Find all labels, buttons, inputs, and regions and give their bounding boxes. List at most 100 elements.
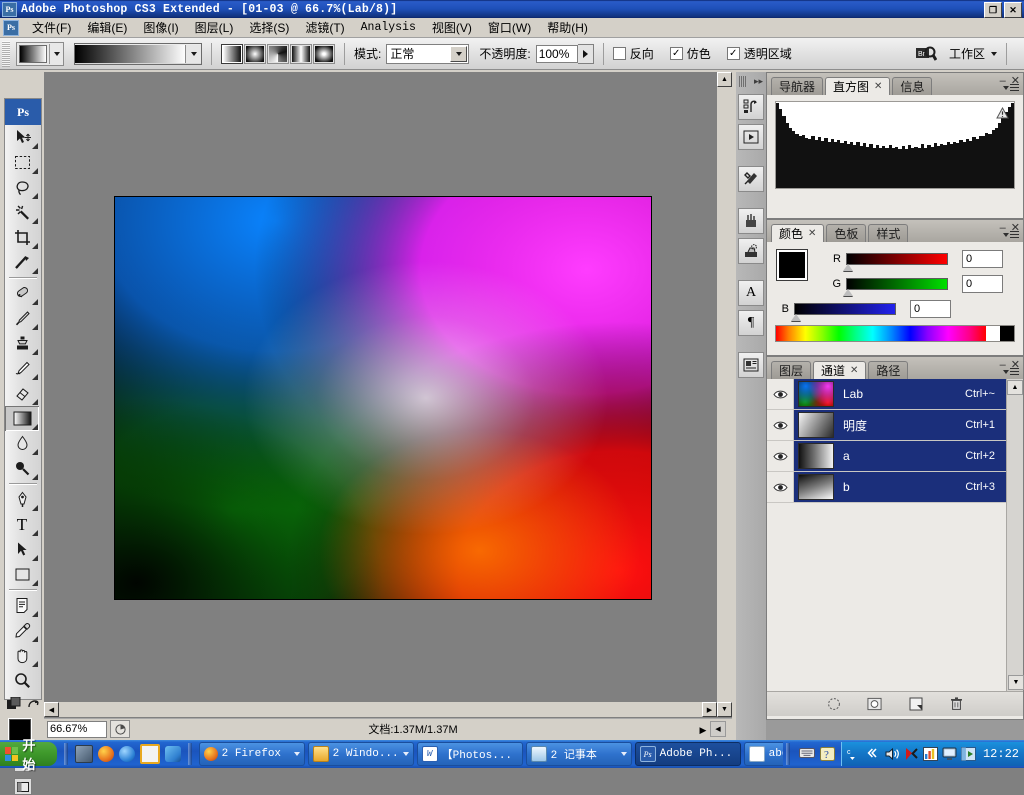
magic-wand-tool[interactable] [5,200,39,225]
app-menu-icon[interactable]: Ps [3,19,19,36]
clock-icon[interactable] [140,744,161,764]
gradient-editor-swatch[interactable] [74,42,202,65]
new-channel-icon[interactable] [908,697,923,712]
brush-tool[interactable] [5,306,39,331]
channel-visibility-icon[interactable] [767,410,794,440]
menu-layer[interactable]: 图层(L) [187,18,242,37]
color-panel-swatches[interactable] [777,250,821,292]
red-slider-row[interactable]: R 0 [827,248,1015,271]
green-value-input[interactable]: 0 [962,275,1003,293]
menu-image[interactable]: 图像(I) [135,18,186,37]
gradient-type-group[interactable] [221,43,335,64]
tab-styles[interactable]: 样式 [868,224,909,242]
blue-value-input[interactable]: 0 [910,300,951,318]
status-menu-arrow[interactable]: ▶ [696,722,710,736]
chevron-down-icon[interactable] [620,752,627,756]
extra-toolbar[interactable]: ? [793,746,841,762]
show-desktop-icon[interactable] [75,745,94,763]
chevron-down-icon[interactable] [293,752,300,756]
reflected-gradient-button[interactable] [290,43,312,64]
dodge-tool[interactable] [5,456,39,481]
menu-edit[interactable]: 编辑(E) [79,18,135,37]
quick-mask-toggle-icon[interactable] [6,696,21,713]
menu-select[interactable]: 选择(S) [241,18,297,37]
clone-stamp-tool[interactable] [5,331,39,356]
screen-mode-button[interactable] [14,778,32,795]
type-tool[interactable]: T [5,512,39,537]
clone-source-panel-icon[interactable] [738,238,764,264]
scroll-down-button[interactable]: ▼ [717,702,732,717]
move-tool[interactable] [5,125,39,150]
menu-analysis[interactable]: Analysis [353,20,424,35]
toolbox-header[interactable]: Ps [5,99,41,125]
lasso-tool[interactable] [5,175,39,200]
chevron-down-icon[interactable] [450,45,468,62]
close-icon[interactable]: ✕ [874,81,882,92]
healing-brush-tool[interactable] [5,281,39,306]
restore-button[interactable]: ❐ [984,2,1002,18]
chevron-down-icon[interactable] [991,51,997,56]
color-spectrum-ramp[interactable] [775,325,1015,342]
task-button[interactable]: W 【Photos... [416,742,523,766]
green-slider-thumb[interactable] [843,289,853,296]
checkbox-box[interactable]: ✓ [726,47,740,60]
spectrum-strip[interactable] [776,326,986,341]
table-row[interactable]: b Ctrl+3 [767,472,1023,503]
channel-visibility-icon[interactable] [767,441,794,471]
layer-comps-panel-icon[interactable] [738,352,764,378]
shape-tool[interactable] [5,562,39,587]
task-button[interactable]: about:bl... [743,742,784,766]
internet-explorer-icon[interactable] [119,746,136,762]
canvas-image[interactable] [114,196,652,600]
black-swatch[interactable] [1000,326,1014,341]
volume-icon[interactable] [885,747,900,762]
angle-gradient-button[interactable] [267,43,289,64]
taskbar-clock[interactable]: 12:22 [983,747,1019,761]
scroll-down-button[interactable]: ▼ [1008,675,1024,690]
marquee-tool[interactable] [5,150,39,175]
close-icon[interactable]: ✕ [850,365,858,376]
gradient-preset-picker[interactable] [16,41,64,66]
table-row[interactable]: 明度 Ctrl+1 [767,410,1023,441]
task-button[interactable]: Ps Adobe Ph... [634,742,741,766]
delete-channel-icon[interactable] [949,697,964,712]
help-icon[interactable]: ? [819,746,835,762]
tab-swatches[interactable]: 色板 [826,224,867,242]
cached-data-warning-icon[interactable] [996,106,1009,119]
checkbox-box[interactable] [612,47,626,60]
linear-gradient-button[interactable] [221,43,243,64]
task-button[interactable]: 2 Firefox [198,742,305,766]
start-button[interactable]: 开始 [0,738,58,772]
task-button[interactable]: 2 记事本 [525,742,632,766]
workspace-label[interactable]: 工作区 [949,45,985,62]
tool-presets-panel-icon[interactable] [738,166,764,192]
panel-menu-button[interactable] [1003,368,1019,375]
quick-launch-bar[interactable] [71,744,185,764]
foreground-color-swatch[interactable] [777,250,807,280]
status-resize-grip[interactable]: ◀ [710,721,726,737]
menu-help[interactable]: 帮助(H) [539,18,596,37]
media-player-icon[interactable] [960,746,976,762]
eraser-tool[interactable] [5,381,39,406]
close-button[interactable]: ✕ [1004,2,1022,18]
display-icon[interactable] [942,747,957,762]
crop-tool[interactable] [5,225,39,250]
tab-navigator[interactable]: 导航器 [771,77,824,95]
reset-colors-icon[interactable] [27,697,40,713]
network-monitor-icon[interactable] [922,746,938,762]
history-panel-icon[interactable] [738,94,764,120]
media-icon[interactable] [165,746,182,762]
path-selection-tool[interactable] [5,537,39,562]
hand-tool[interactable] [5,643,39,668]
eyedropper-tool[interactable] [5,618,39,643]
screen-mode-group[interactable] [5,778,41,795]
menu-view[interactable]: 视图(V) [424,18,480,37]
show-hidden-icons-icon[interactable] [866,747,881,762]
chevron-down-icon[interactable] [402,752,409,756]
transparency-checkbox[interactable]: ✓ 透明区域 [726,45,792,62]
tab-channels[interactable]: 通道 ✕ [813,361,867,379]
opacity-stepper[interactable] [577,43,594,64]
character-panel-icon[interactable]: A [738,280,764,306]
tab-layers[interactable]: 图层 [771,361,812,379]
table-row[interactable]: Lab Ctrl+~ [767,379,1023,410]
